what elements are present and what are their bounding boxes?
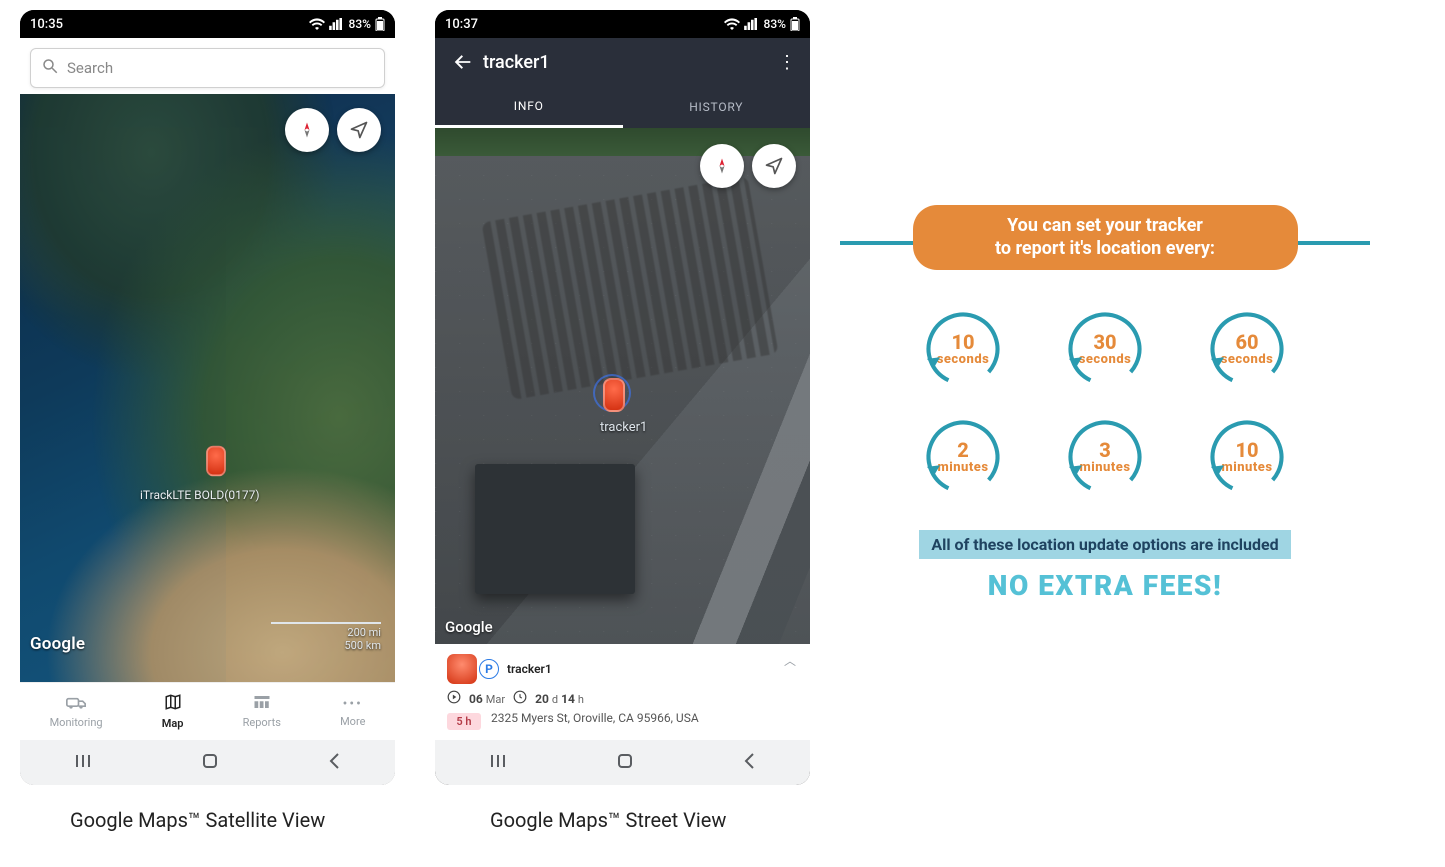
phone-street: 10:37 83% tracker1 ⋮ [435, 10, 810, 785]
tab-history[interactable]: HISTORY [623, 86, 811, 128]
compass-button[interactable] [700, 144, 744, 188]
google-logo: Google [30, 634, 85, 654]
locate-me-button[interactable] [337, 108, 381, 152]
back-button[interactable] [742, 752, 756, 774]
tracker-info-card[interactable]: ︿ P tracker1 06 Mar 20 d 14 h [435, 644, 810, 740]
tracker-marker-label: iTrackLTE BOLD(0177) [140, 488, 260, 502]
battery-text: 83% [764, 17, 786, 31]
android-nav-bar [20, 740, 395, 785]
promo-included-text: All of these location update options are… [919, 530, 1290, 559]
tab-info[interactable]: INFO [435, 86, 623, 128]
satellite-map[interactable]: iTrackLTE BOLD(0177) Google 200 mi 500 k… [20, 94, 395, 682]
parking-badge: P [479, 659, 499, 679]
android-nav-bar [435, 740, 810, 785]
search-input[interactable]: Search [30, 48, 385, 88]
tracker-marker-icon[interactable] [206, 446, 226, 477]
status-bar: 10:35 83% [20, 10, 395, 38]
interval-option: 3minutes [1064, 416, 1146, 498]
wifi-icon [309, 18, 325, 30]
recent-apps-button[interactable] [74, 753, 94, 773]
interval-option: 60seconds [1206, 308, 1288, 390]
play-icon [447, 690, 461, 707]
interval-option: 10minutes [1206, 416, 1288, 498]
page-title: tracker1 [483, 52, 772, 73]
tracker-car-icon [447, 654, 477, 684]
wifi-icon [724, 18, 740, 30]
more-icon: ••• [343, 696, 363, 712]
battery-icon [375, 17, 385, 31]
tracker-address: 2325 Myers St, Oroville, CA 95966, USA [491, 711, 699, 725]
caption-satellite: Google Maps™ Satellite View [70, 808, 325, 832]
home-button[interactable] [201, 752, 219, 774]
back-button[interactable] [443, 51, 483, 73]
overflow-menu-button[interactable]: ⋮ [772, 52, 802, 73]
tab-reports[interactable]: Reports [243, 694, 281, 729]
status-bar: 10:37 83% [435, 10, 810, 38]
duration-badge: 5 h [447, 713, 481, 730]
battery-icon [790, 17, 800, 31]
locate-me-button[interactable] [752, 144, 796, 188]
interval-option: 10seconds [922, 308, 1004, 390]
status-time: 10:37 [445, 17, 478, 32]
tab-more[interactable]: ••• More [340, 696, 365, 728]
search-placeholder: Search [67, 59, 113, 77]
home-button[interactable] [616, 752, 634, 774]
status-time: 10:35 [30, 17, 63, 32]
tab-monitoring[interactable]: Monitoring [50, 694, 103, 729]
recent-apps-button[interactable] [489, 753, 509, 773]
reports-icon [253, 694, 271, 713]
chevron-up-icon[interactable]: ︿ [784, 652, 796, 669]
map-scale: 200 mi 500 km [271, 622, 381, 652]
promo-banner: You can set your tracker to report it's … [913, 205, 1298, 270]
tracker-card-title: tracker1 [507, 662, 552, 676]
map-icon [164, 693, 182, 714]
compass-button[interactable] [285, 108, 329, 152]
back-button[interactable] [327, 752, 341, 774]
phone-satellite: 10:35 83% Se [20, 10, 395, 785]
search-icon [41, 57, 59, 79]
tracker-car-icon [603, 378, 625, 412]
promo-panel: You can set your tracker to report it's … [840, 205, 1370, 602]
interval-option: 30seconds [1064, 308, 1146, 390]
battery-text: 83% [349, 17, 371, 31]
bottom-nav: Monitoring Map Reports ••• More [20, 682, 395, 740]
signal-icon [744, 18, 758, 30]
google-logo: Google [445, 618, 493, 636]
tracker-marker-label: tracker1 [600, 420, 647, 435]
aerial-map[interactable]: tracker1 Google [435, 128, 810, 644]
monitoring-icon [66, 694, 86, 713]
signal-icon [329, 18, 343, 30]
promo-no-fees-text: NO EXTRA FEES! [840, 569, 1370, 602]
clock-icon [513, 690, 527, 707]
caption-street: Google Maps™ Street View [490, 808, 726, 832]
tab-map[interactable]: Map [162, 693, 184, 730]
interval-option: 2minutes [922, 416, 1004, 498]
